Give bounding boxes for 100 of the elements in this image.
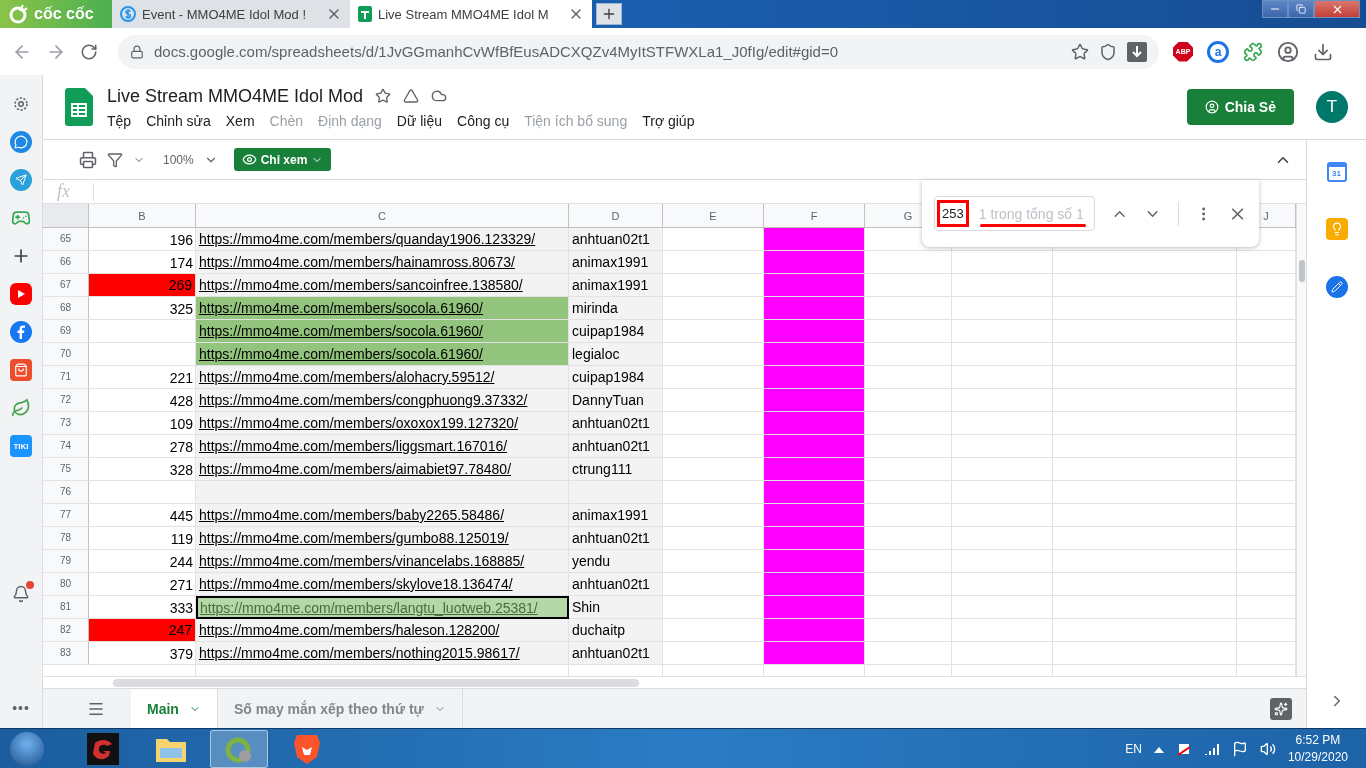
row-header[interactable]: 77	[43, 504, 89, 527]
link-cell[interactable]: https://mmo4me.com/members/alohacry.59512/	[196, 366, 569, 389]
shopping-bag-icon[interactable]	[10, 359, 32, 381]
row-header[interactable]: 72	[43, 389, 89, 412]
star-icon[interactable]	[375, 88, 392, 104]
link-cell[interactable]: https://mmo4me.com/members/haleson.128200/	[196, 619, 569, 642]
filter-icon[interactable]	[107, 151, 123, 168]
menu-item[interactable]: Xem	[225, 112, 255, 129]
column-header[interactable]: D	[611, 209, 620, 222]
avatar[interactable]: T	[1316, 91, 1348, 123]
messenger-icon[interactable]	[10, 131, 32, 153]
link-cell[interactable]: https://mmo4me.com/members/langtu_luotweb.25381/	[196, 596, 569, 619]
share-button[interactable]: Chia Sẻ	[1186, 89, 1294, 125]
close-button[interactable]	[1314, 0, 1360, 18]
sheet-tab[interactable]: Main	[131, 689, 218, 728]
print-icon[interactable]	[79, 150, 97, 169]
link-cell[interactable]: https://mmo4me.com/members/socola.61960/	[196, 343, 569, 366]
browser-tab[interactable]: Event - MMO4ME Idol Mod !	[112, 0, 350, 28]
clock[interactable]: 6:52 PM 10/29/2020	[1287, 733, 1348, 764]
taskbar-button[interactable]	[210, 729, 268, 768]
link-cell[interactable]: https://mmo4me.com/members/socola.61960/	[196, 320, 569, 343]
signal-icon[interactable]	[1203, 742, 1220, 755]
row-header[interactable]: 74	[43, 435, 89, 458]
puzzle-icon[interactable]	[1243, 41, 1263, 62]
game-launcher-icon[interactable]	[87, 732, 119, 765]
table-cell: ctrung111	[569, 458, 663, 481]
menu-item[interactable]: Dữ liệu	[396, 112, 443, 129]
play-icon[interactable]	[10, 283, 32, 305]
restore-button[interactable]	[1288, 0, 1314, 18]
column-header[interactable]: E	[709, 209, 717, 222]
link-cell[interactable]: https://mmo4me.com/members/gumbo88.125019/	[196, 527, 569, 550]
vertical-scrollbar[interactable]	[1296, 204, 1306, 676]
row-header[interactable]: 81	[43, 596, 89, 619]
column-header[interactable]: C	[378, 209, 386, 222]
horizontal-scrollbar[interactable]	[113, 678, 639, 687]
address-bar[interactable]: docs.google.com/spreadsheets/d/1JvGGmanhCvWfBfEusADCXQZv4MyItSTFWXLa1_J0fIg/edit#gid=0	[118, 34, 1159, 69]
download-icon[interactable]	[1313, 41, 1333, 62]
pencil-icon[interactable]	[1325, 276, 1348, 298]
shield-icon[interactable]	[1099, 42, 1117, 61]
link-cell[interactable]: https://mmo4me.com/members/nothing2015.98617/	[196, 642, 569, 665]
link-cell[interactable]: https://mmo4me.com/members/vinancelabs.168885/	[196, 550, 569, 573]
zoom-select[interactable]: 100%	[163, 152, 194, 167]
explore-button[interactable]	[1270, 697, 1292, 720]
row-header[interactable]: 70	[43, 343, 89, 366]
row-header[interactable]: 68	[43, 297, 89, 320]
row-header[interactable]: 69	[43, 320, 89, 343]
document-title: Live Stream MMO4ME Idol Mod	[107, 85, 364, 107]
link-cell[interactable]: https://mmo4me.com/members/socola.61960/	[196, 297, 569, 320]
extension-icon[interactable]: a	[1207, 40, 1229, 63]
row-header[interactable]: 82	[43, 619, 89, 642]
table-cell: mirinda	[569, 297, 663, 320]
row-header[interactable]: 78	[43, 527, 89, 550]
column-header[interactable]: F	[810, 209, 818, 222]
leaf-icon[interactable]	[10, 397, 32, 419]
calendar-icon[interactable]: 31	[1326, 162, 1347, 182]
drive-icon[interactable]	[403, 88, 420, 104]
menu-item[interactable]: Công cụ	[457, 112, 510, 129]
cloud-icon[interactable]	[431, 88, 448, 104]
view-mode-button[interactable]: Chỉ xem	[233, 148, 332, 171]
row-header[interactable]: 67	[43, 274, 89, 297]
volume-icon[interactable]	[1259, 740, 1276, 757]
link-cell[interactable]: https://mmo4me.com/members/aimabiet97.78480/	[196, 458, 569, 481]
row-header[interactable]: 75	[43, 458, 89, 481]
row-header[interactable]: 80	[43, 573, 89, 596]
flag-icon[interactable]	[1231, 740, 1248, 757]
find-field[interactable]: 253 1 trong tổng số 1	[934, 196, 1096, 231]
link-cell[interactable]: https://mmo4me.com/members/skylove18.136474/	[196, 573, 569, 596]
language-indicator[interactable]: EN	[1125, 741, 1142, 756]
row-header[interactable]: 71	[43, 366, 89, 389]
link-cell[interactable]: https://mmo4me.com/members/sancoinfree.138580/	[196, 274, 569, 297]
menu-item[interactable]: Chỉnh sửa	[146, 112, 211, 129]
link-cell[interactable]: https://mmo4me.com/members/congphuong9.37332/	[196, 389, 569, 412]
browser-tab[interactable]: Live Stream MMO4ME Idol M	[350, 0, 592, 28]
profile-icon[interactable]	[1277, 40, 1299, 63]
link-cell[interactable]: https://mmo4me.com/members/liggsmart.167016/	[196, 435, 569, 458]
row-header[interactable]: 73	[43, 412, 89, 435]
link-cell[interactable]: https://mmo4me.com/members/baby2265.58486/	[196, 504, 569, 527]
star-icon[interactable]	[1071, 42, 1089, 61]
column-header[interactable]: J	[1263, 209, 1269, 222]
link-cell[interactable]: https://mmo4me.com/members/oxoxox199.127320/	[196, 412, 569, 435]
menu-item[interactable]: Tệp	[107, 112, 132, 129]
menu-item[interactable]: Trợ giúp	[642, 112, 695, 129]
reload-icon[interactable]	[80, 42, 98, 61]
new-tab-button[interactable]	[596, 3, 622, 25]
link-cell[interactable]: https://mmo4me.com/members/hainamross.80673/	[196, 251, 569, 274]
facebook-icon[interactable]	[10, 321, 32, 343]
telegram-icon[interactable]	[10, 169, 32, 191]
row-header[interactable]: 79	[43, 550, 89, 573]
download-icon[interactable]	[1127, 41, 1147, 62]
column-header[interactable]: G	[903, 209, 913, 222]
column-header[interactable]: B	[138, 209, 146, 222]
link-cell[interactable]: https://mmo4me.com/members/quanday1906.123329/	[196, 228, 569, 251]
row-header[interactable]: 76	[43, 481, 89, 504]
minimize-button[interactable]	[1262, 0, 1288, 18]
lion-icon[interactable]	[293, 732, 321, 765]
row-header[interactable]: 83	[43, 642, 89, 665]
start-button[interactable]	[10, 731, 44, 766]
row-header[interactable]: 65	[43, 228, 89, 251]
more-button[interactable]: •••	[12, 700, 30, 716]
row-header[interactable]: 66	[43, 251, 89, 274]
